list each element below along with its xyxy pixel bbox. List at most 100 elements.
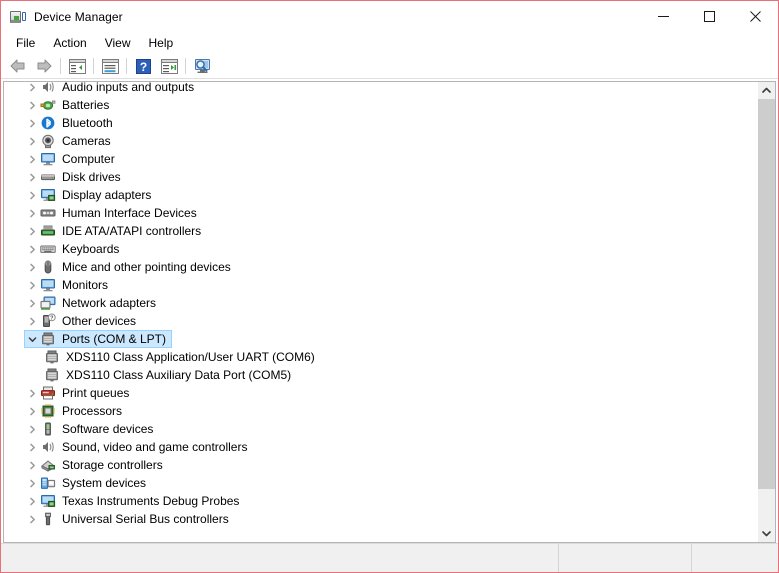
tree-item[interactable]: XDS110 Class Auxiliary Data Port (COM5) bbox=[4, 366, 757, 384]
chevron-right-icon[interactable] bbox=[24, 456, 40, 474]
tree-item[interactable]: IDE ATA/ATAPI controllers bbox=[4, 222, 757, 240]
tree-item[interactable]: Storage controllers bbox=[4, 456, 757, 474]
tree-item[interactable]: Sound, video and game controllers bbox=[4, 438, 757, 456]
tree-item[interactable]: Computer bbox=[4, 150, 757, 168]
title-bar: Device Manager bbox=[1, 1, 778, 32]
status-bar bbox=[1, 543, 778, 572]
tree-item-label: Bluetooth bbox=[62, 116, 113, 130]
tree-expander-placeholder bbox=[28, 348, 44, 366]
chevron-right-icon[interactable] bbox=[24, 204, 40, 222]
tree-item[interactable]: Audio inputs and outputs bbox=[4, 82, 757, 96]
vertical-scrollbar[interactable] bbox=[757, 82, 775, 542]
chevron-right-icon[interactable] bbox=[24, 186, 40, 204]
chevron-right-icon[interactable] bbox=[24, 276, 40, 294]
svg-text:?: ? bbox=[139, 60, 146, 74]
chevron-right-icon[interactable] bbox=[24, 150, 40, 168]
chevron-right-icon[interactable] bbox=[24, 510, 40, 528]
device-tree: Audio inputs and outputs Batteries Bluetoo… bbox=[4, 82, 757, 528]
back-button[interactable] bbox=[5, 55, 31, 77]
menu-file[interactable]: File bbox=[7, 33, 44, 53]
scrollbar-track[interactable] bbox=[758, 99, 775, 525]
toolbar-separator-4 bbox=[185, 58, 186, 74]
tree-item[interactable]: Batteries bbox=[4, 96, 757, 114]
menu-view[interactable]: View bbox=[96, 33, 140, 53]
properties-button[interactable] bbox=[97, 55, 123, 77]
tree-item[interactable]: Software devices bbox=[4, 420, 757, 438]
tree-item[interactable]: ? Other devices bbox=[4, 312, 757, 330]
toolbar-separator-1 bbox=[60, 58, 61, 74]
tree-item[interactable]: Monitors bbox=[4, 276, 757, 294]
tree-item[interactable]: Disk drives bbox=[4, 168, 757, 186]
unknown-device-icon: ? bbox=[40, 313, 56, 329]
tree-item-label: IDE ATA/ATAPI controllers bbox=[62, 224, 202, 238]
chevron-up-icon bbox=[762, 87, 771, 93]
scroll-up-button[interactable] bbox=[758, 82, 775, 99]
chevron-right-icon[interactable] bbox=[24, 474, 40, 492]
tree-item[interactable]: Network adapters bbox=[4, 294, 757, 312]
tree-item[interactable]: Keyboards bbox=[4, 240, 757, 258]
toolbar-separator-3 bbox=[126, 58, 127, 74]
chevron-right-icon[interactable] bbox=[24, 132, 40, 150]
tree-item[interactable]: Texas Instruments Debug Probes bbox=[4, 492, 757, 510]
tree-item[interactable]: Processors bbox=[4, 402, 757, 420]
chevron-right-icon[interactable] bbox=[24, 240, 40, 258]
tree-item[interactable]: Ports (COM & LPT) bbox=[4, 330, 757, 348]
chevron-right-icon[interactable] bbox=[24, 492, 40, 510]
tree-item-label: Sound, video and game controllers bbox=[62, 440, 248, 454]
chevron-right-icon[interactable] bbox=[24, 258, 40, 276]
tree-item-label: Batteries bbox=[62, 98, 110, 112]
tree-item[interactable]: Bluetooth bbox=[4, 114, 757, 132]
chevron-right-icon[interactable] bbox=[24, 420, 40, 438]
forward-arrow-icon bbox=[37, 59, 52, 73]
properties-icon bbox=[101, 58, 119, 74]
chevron-right-icon[interactable] bbox=[24, 82, 40, 96]
speaker-icon bbox=[40, 439, 56, 455]
chevron-right-icon[interactable] bbox=[24, 438, 40, 456]
chevron-down-icon bbox=[762, 531, 771, 537]
scan-for-hardware-changes-button[interactable] bbox=[189, 55, 215, 77]
chevron-right-icon[interactable] bbox=[24, 168, 40, 186]
back-arrow-icon bbox=[10, 59, 25, 73]
tree-item[interactable]: Human Interface Devices bbox=[4, 204, 757, 222]
update-driver-icon bbox=[160, 58, 178, 74]
maximize-button[interactable] bbox=[686, 1, 732, 31]
chevron-right-icon[interactable] bbox=[24, 294, 40, 312]
close-button[interactable] bbox=[732, 1, 778, 31]
chevron-right-icon[interactable] bbox=[24, 312, 40, 330]
tree-item[interactable]: System devices bbox=[4, 474, 757, 492]
scroll-down-button[interactable] bbox=[758, 525, 775, 542]
network-adapter-icon bbox=[40, 295, 56, 311]
forward-button[interactable] bbox=[31, 55, 57, 77]
scroll-thumb[interactable] bbox=[758, 99, 775, 489]
tree-item[interactable]: XDS110 Class Application/User UART (COM6… bbox=[4, 348, 757, 366]
menu-bar: File Action View Help bbox=[1, 32, 778, 54]
tree-item[interactable]: Mice and other pointing devices bbox=[4, 258, 757, 276]
device-tree-scroll-area[interactable]: Audio inputs and outputs Batteries Bluetoo… bbox=[4, 82, 757, 542]
content-panel: Audio inputs and outputs Batteries Bluetoo… bbox=[3, 81, 776, 543]
minimize-button[interactable] bbox=[640, 1, 686, 31]
show-hide-console-tree-button[interactable] bbox=[64, 55, 90, 77]
tree-item-label: Storage controllers bbox=[62, 458, 163, 472]
console-tree-icon bbox=[68, 58, 86, 74]
tree-item[interactable]: Display adapters bbox=[4, 186, 757, 204]
tree-item-label: Display adapters bbox=[62, 188, 152, 202]
chevron-right-icon[interactable] bbox=[24, 402, 40, 420]
chevron-right-icon[interactable] bbox=[24, 222, 40, 240]
chevron-down-icon[interactable] bbox=[24, 330, 40, 348]
tree-item[interactable]: Print queues bbox=[4, 384, 757, 402]
device-manager-icon bbox=[10, 9, 26, 25]
usb-icon bbox=[40, 511, 56, 527]
tree-item-label: Monitors bbox=[62, 278, 109, 292]
help-button[interactable]: ? bbox=[130, 55, 156, 77]
chevron-right-icon[interactable] bbox=[24, 114, 40, 132]
tree-item[interactable]: Cameras bbox=[4, 132, 757, 150]
chevron-right-icon[interactable] bbox=[24, 384, 40, 402]
menu-action[interactable]: Action bbox=[44, 33, 95, 53]
chevron-right-icon[interactable] bbox=[24, 96, 40, 114]
tree-item[interactable]: Universal Serial Bus controllers bbox=[4, 510, 757, 528]
update-driver-button[interactable] bbox=[156, 55, 182, 77]
display-adapter-icon bbox=[40, 187, 56, 203]
toolbar-separator-2 bbox=[93, 58, 94, 74]
menu-help[interactable]: Help bbox=[140, 33, 183, 53]
bluetooth-icon bbox=[40, 115, 56, 131]
